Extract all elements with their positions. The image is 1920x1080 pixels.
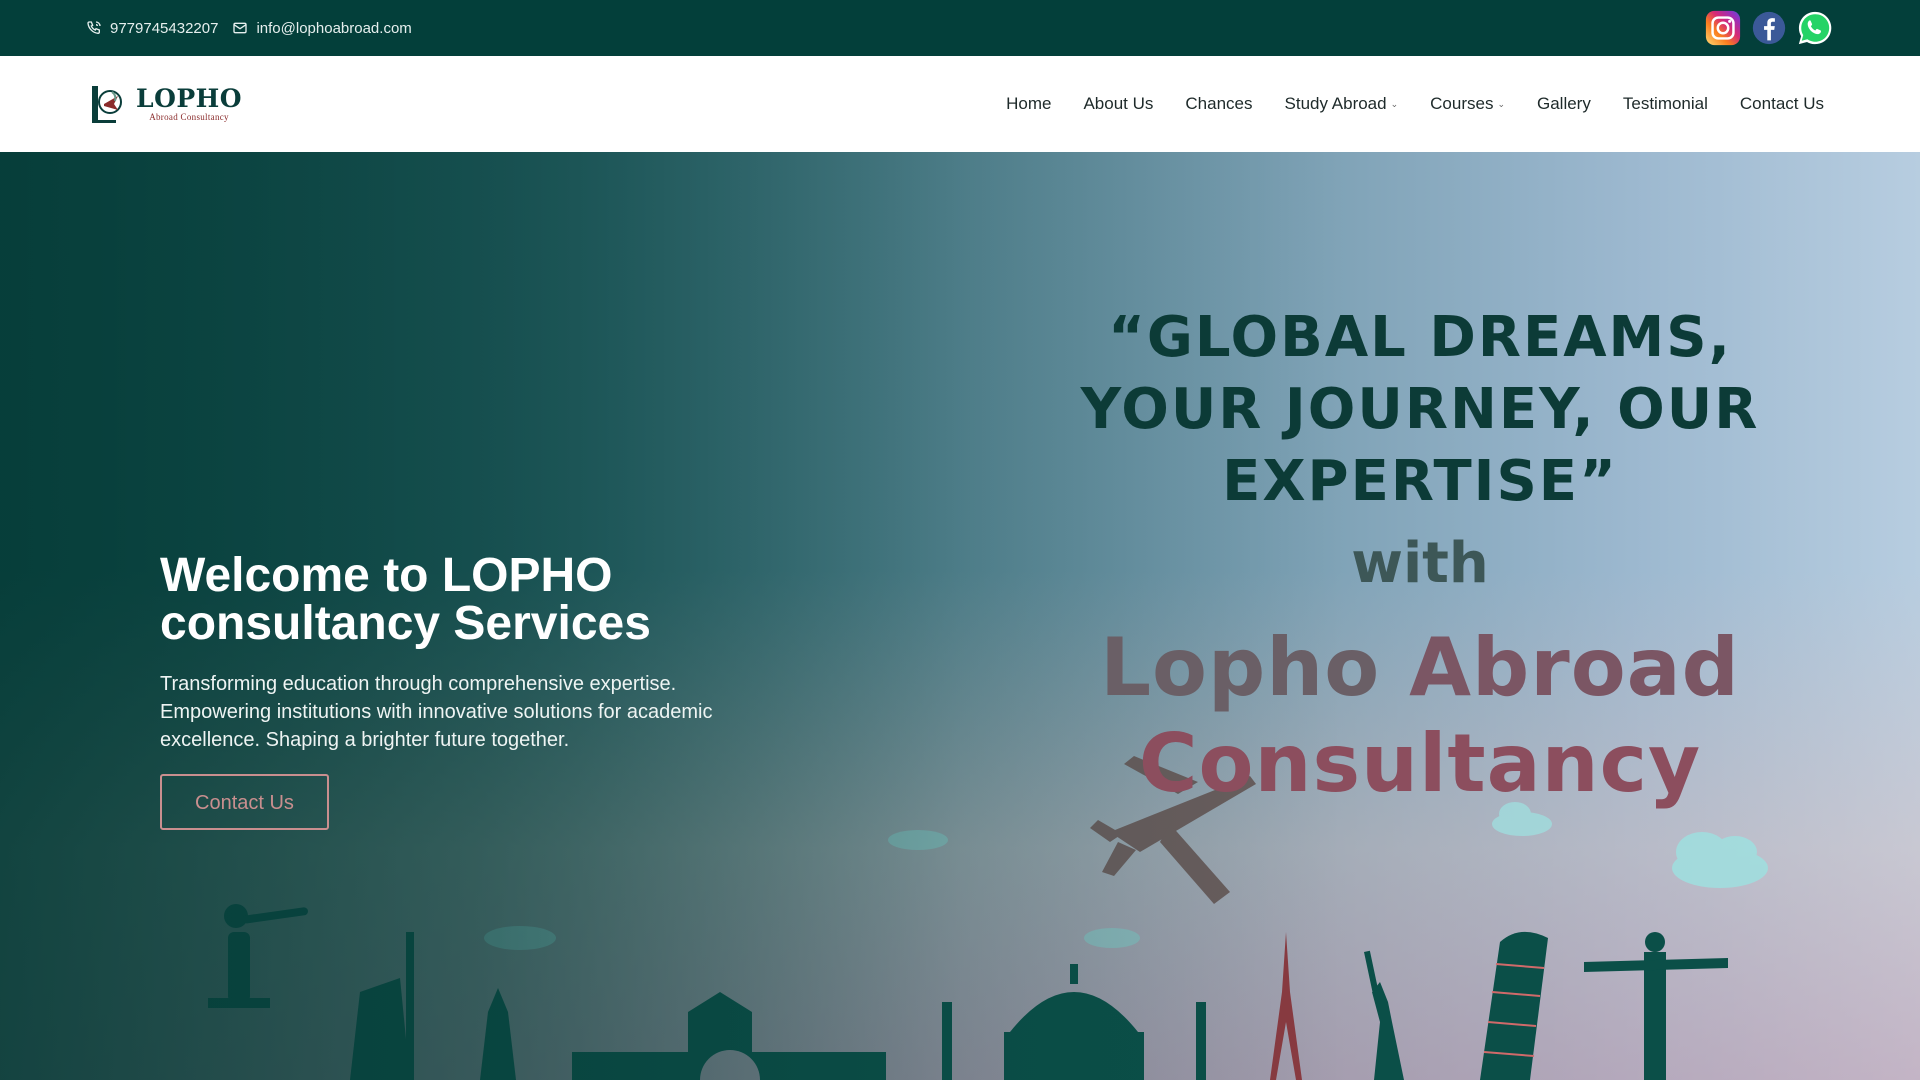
- hero-title-line-2: consultancy Services: [160, 597, 651, 650]
- phone-link[interactable]: 9779745432207: [86, 20, 218, 37]
- nav-item-study-abroad[interactable]: Study Abroad ⌄: [1285, 94, 1399, 114]
- facebook-link[interactable]: [1750, 9, 1788, 47]
- nav-item-home[interactable]: Home: [1006, 94, 1051, 114]
- social-links: [1704, 9, 1834, 47]
- main-navbar: LOPHO Abroad Consultancy Home About Us C…: [0, 56, 1920, 152]
- hero-content: Welcome to LOPHO consultancy Services Tr…: [160, 552, 780, 830]
- tagline-line-2: YOUR JOURNEY, OUR EXPERTISE”: [1080, 377, 1760, 514]
- tagline-line-1: “GLOBAL DREAMS,: [1108, 305, 1732, 370]
- nav-item-label: Home: [1006, 94, 1052, 113]
- contact-info: 9779745432207 info@lophoabroad.com: [86, 20, 412, 37]
- nav-item-gallery[interactable]: Gallery: [1537, 94, 1591, 114]
- nav-item-contact-us[interactable]: Contact Us: [1740, 94, 1824, 114]
- nav-item-label: Gallery: [1537, 94, 1591, 113]
- logo-name: LOPHO: [136, 84, 243, 113]
- nav-menu: Home About Us Chances Study Abroad ⌄ Cou…: [1006, 94, 1824, 114]
- whatsapp-link[interactable]: [1796, 9, 1834, 47]
- hero-section: “GLOBAL DREAMS, YOUR JOURNEY, OUR EXPERT…: [0, 152, 1920, 1080]
- tagline-brand-word: Consultancy: [1138, 717, 1702, 810]
- contact-us-button[interactable]: Contact Us: [160, 774, 329, 830]
- tagline-brand-word: Lopho: [1100, 621, 1381, 714]
- hero-title: Welcome to LOPHO consultancy Services: [160, 552, 780, 648]
- instagram-icon: [1705, 10, 1741, 46]
- chevron-down-icon: ⌄: [1390, 98, 1399, 109]
- logo-tagline: Abroad Consultancy: [149, 112, 229, 122]
- nav-item-label: About Us: [1083, 94, 1154, 113]
- nav-item-label: Chances: [1185, 94, 1253, 113]
- nav-item-courses[interactable]: Courses ⌄: [1430, 94, 1505, 114]
- hero-tagline-banner: “GLOBAL DREAMS, YOUR JOURNEY, OUR EXPERT…: [920, 302, 1920, 812]
- logo-wordmark: LOPHO Abroad Consultancy: [136, 86, 242, 122]
- top-bar: 9779745432207 info@lophoabroad.com: [0, 0, 1920, 56]
- email-address: info@lophoabroad.com: [256, 19, 412, 37]
- nav-item-label: Testimonial: [1622, 94, 1708, 113]
- facebook-icon: [1752, 11, 1786, 45]
- tagline-with: with: [1351, 531, 1489, 596]
- nav-item-chances[interactable]: Chances: [1185, 94, 1252, 114]
- nav-item-label: Study Abroad: [1284, 94, 1387, 113]
- phone-icon: [87, 21, 101, 35]
- brand-logo[interactable]: LOPHO Abroad Consultancy: [84, 80, 242, 128]
- instagram-link[interactable]: [1704, 9, 1742, 47]
- phone-number: 9779745432207: [110, 19, 219, 37]
- nav-item-label: Courses: [1430, 94, 1494, 113]
- nav-item-testimonial[interactable]: Testimonial: [1623, 94, 1708, 114]
- nav-item-label: Contact Us: [1739, 94, 1824, 113]
- mail-icon: [233, 22, 248, 34]
- tagline-brand: Lopho Abroad Consultancy: [920, 620, 1920, 812]
- whatsapp-icon: [1798, 11, 1832, 45]
- chevron-down-icon: ⌄: [1497, 98, 1505, 109]
- tagline-brand-word: Abroad: [1409, 621, 1740, 714]
- lopho-logo-icon: [92, 86, 122, 123]
- email-link[interactable]: info@lophoabroad.com: [232, 19, 412, 37]
- hero-title-line-1: Welcome to LOPHO: [160, 549, 613, 602]
- nav-item-about-us[interactable]: About Us: [1083, 94, 1153, 114]
- hero-description: Transforming education through comprehen…: [160, 673, 713, 751]
